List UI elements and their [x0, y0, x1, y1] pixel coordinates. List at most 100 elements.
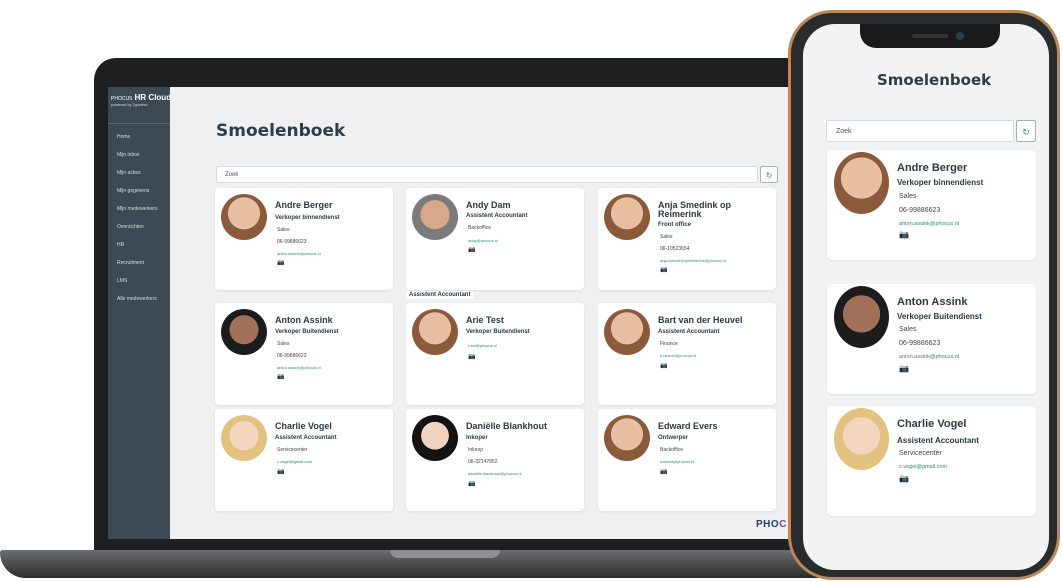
avatar [604, 309, 650, 355]
logo-part2: C [779, 519, 787, 530]
camera-icon[interactable]: 📷 [468, 246, 475, 253]
employee-email[interactable]: anton.assink@phocus.nl [899, 354, 959, 360]
employee-email[interactable]: c.vogel@gmail.com [899, 464, 947, 470]
employee-dept: Backoffice [468, 225, 491, 231]
laptop-screen: PHOCUS HR Cloud powered by 2gowise Home … [108, 87, 808, 539]
employee-dept: Finance [660, 341, 678, 347]
employee-email[interactable]: anja.smedinkopreimerink@phocus.nl [660, 258, 726, 263]
employee-role: Verkoper binnendienst [897, 178, 984, 187]
phone-notch [860, 24, 1000, 48]
employee-name: Anja Smedink op Reimerink [658, 200, 732, 219]
employee-card[interactable]: Anton Assink Verkoper Buitendienst Sales… [215, 303, 393, 405]
sidebar-item-hr[interactable]: HR [108, 236, 170, 254]
employee-email[interactable]: c.vogel@gmail.com [277, 459, 312, 464]
avatar [221, 309, 267, 355]
employee-email[interactable]: danielle.blankhout@phocus.nl [468, 471, 521, 476]
sidebar-item-recruitment[interactable]: Recruitment [108, 254, 170, 272]
employee-email[interactable]: anton.assink@phocus.nl [277, 365, 321, 370]
employee-phone: 06-10523654 [660, 246, 690, 252]
employee-name: Andre Berger [897, 162, 968, 174]
sidebar-item-home[interactable]: Home [108, 128, 170, 146]
camera-icon[interactable]: 📷 [660, 468, 667, 475]
brand-title: PHOCUS HR Cloud [111, 93, 171, 102]
mobile-employee-card[interactable]: Andre Berger Verkoper binnendienst Sales… [827, 150, 1036, 260]
employee-card[interactable]: Daniëlle Blankhout Inkoper Inkoop 06-321… [406, 409, 584, 511]
employee-email[interactable]: b.heuvel@phocus.nl [660, 353, 696, 358]
brand[interactable]: PHOCUS HR Cloud powered by 2gowise [108, 87, 171, 124]
phocus-logo: PHOC [756, 519, 787, 530]
avatar [412, 309, 458, 355]
employee-phone: 06-99886623 [899, 207, 941, 214]
avatar [834, 152, 889, 214]
camera-icon[interactable]: 📷 [277, 468, 284, 475]
sidebar-item-acties[interactable]: Mijn acties [108, 164, 170, 182]
employee-card[interactable]: Anja Smedink op Reimerink Front office S… [598, 188, 776, 290]
camera-icon[interactable]: 📷 [899, 230, 909, 239]
search-input[interactable]: Zoek [216, 166, 758, 183]
floating-role-label: Assistent Accountant [406, 291, 474, 299]
camera-icon[interactable]: 📷 [277, 373, 284, 380]
employee-email[interactable]: r-sel@phocus.nl [468, 343, 497, 348]
mobile-employee-card[interactable]: Charlie Vogel Assistent Accountant Servi… [827, 406, 1036, 516]
avatar [834, 286, 889, 348]
page-title: Smoelenboek [216, 121, 346, 141]
mobile-refresh-icon[interactable]: ↻ [1016, 120, 1036, 142]
employee-dept: Sales [899, 193, 917, 200]
employee-role: Assistent Accountant [466, 213, 528, 219]
refresh-icon[interactable]: ↻ [760, 166, 778, 183]
mobile-page-title: Smoelenboek [877, 71, 992, 89]
sidebar-item-gegevens[interactable]: Mijn gegevens [108, 182, 170, 200]
employee-email[interactable]: andy@phocus.nl [468, 238, 498, 243]
camera-icon[interactable]: 📷 [899, 474, 909, 483]
sidebar-item-alle-medewerkers[interactable]: Alle medewerkers [108, 290, 170, 308]
employee-name: Andy Dam [466, 200, 511, 210]
camera-icon[interactable]: 📷 [468, 353, 475, 360]
sidebar-item-medewerkers[interactable]: Mijn medewerkers [108, 200, 170, 218]
employee-dept: Sales [277, 227, 290, 233]
employee-role: Verkoper Buitendienst [275, 329, 339, 335]
employee-card[interactable]: Andre Berger Verkoper binnendienst Sales… [215, 188, 393, 290]
employee-name: Charlie Vogel [897, 418, 967, 430]
avatar [604, 415, 650, 461]
employee-dept: Sales [277, 341, 290, 347]
sidebar: PHOCUS HR Cloud powered by 2gowise Home … [108, 87, 171, 539]
employee-phone: 06-32147852 [468, 459, 498, 465]
employee-role: Verkoper Buitendienst [897, 312, 982, 321]
avatar [412, 415, 458, 461]
employee-email[interactable]: anton.assink@phocus.nl [899, 221, 959, 227]
sidebar-item-lms[interactable]: LMS [108, 272, 170, 290]
brand-product: HR Cloud [134, 93, 172, 102]
camera-icon[interactable]: 📷 [660, 362, 667, 369]
employee-role: Ontwerper [658, 435, 689, 441]
employee-dept: Sales [660, 234, 673, 240]
employee-role: Assistent Accountant [275, 435, 337, 441]
employee-name: Andre Berger [275, 200, 333, 210]
sidebar-item-overzichten[interactable]: Overzichten [108, 218, 170, 236]
speaker [912, 34, 948, 38]
logo-part1: PHO [756, 519, 780, 530]
employee-email[interactable]: edward@phocus.nl [660, 459, 694, 464]
camera-icon[interactable]: 📷 [277, 259, 284, 266]
employee-role: Assistent Accountant [658, 329, 720, 335]
employee-email[interactable]: anton.assink@phocus.nl [277, 251, 321, 256]
employee-card[interactable]: Bart van der Heuvel Assistent Accountant… [598, 303, 776, 405]
employee-card[interactable]: Edward Evers Ontwerper Backoffice edward… [598, 409, 776, 511]
camera-icon[interactable]: 📷 [660, 266, 667, 273]
sidebar-item-inbox[interactable]: Mijn inbox [108, 146, 170, 164]
avatar [604, 194, 650, 240]
avatar [834, 408, 889, 470]
employee-card[interactable]: Charlie Vogel Assistent Accountant Servi… [215, 409, 393, 511]
employee-card[interactable]: Arie Test Verkoper Buitendienst r-sel@ph… [406, 303, 584, 405]
camera-icon[interactable]: 📷 [468, 480, 475, 487]
employee-dept: Servicecenter [899, 450, 942, 457]
employee-role: Inkoper [466, 435, 488, 441]
mobile-employee-card[interactable]: Anton Assink Verkoper Buitendienst Sales… [827, 284, 1036, 394]
employee-role: Assistent Accountant [897, 436, 979, 445]
front-camera [956, 32, 964, 40]
employee-name: Arie Test [466, 315, 504, 325]
employee-name: Anton Assink [275, 315, 333, 325]
camera-icon[interactable]: 📷 [899, 364, 909, 373]
mobile-search-input[interactable]: Zoek [826, 120, 1014, 142]
avatar [221, 415, 267, 461]
employee-card[interactable]: Andy Dam Assistent Accountant Backoffice… [406, 188, 584, 290]
